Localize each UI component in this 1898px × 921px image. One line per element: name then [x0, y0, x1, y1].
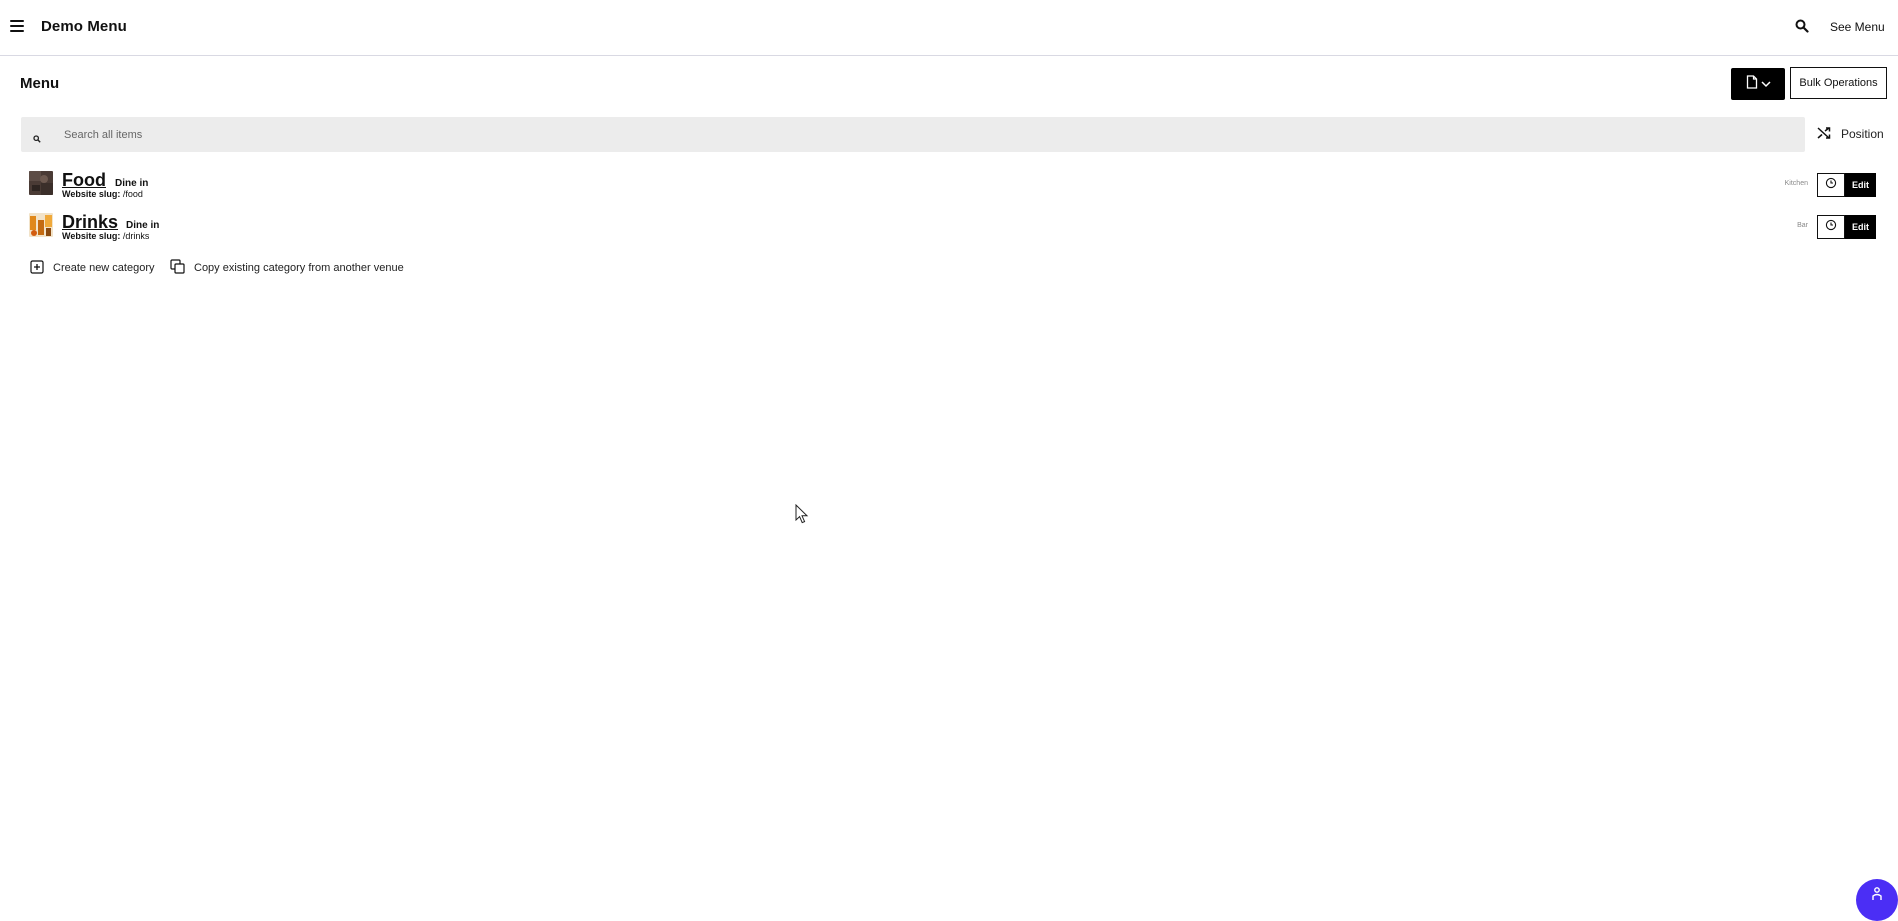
category-station: Bar	[1797, 222, 1808, 229]
schedule-button[interactable]	[1817, 173, 1845, 197]
category-name[interactable]: Drinks	[62, 212, 118, 233]
clock-icon	[1825, 176, 1837, 194]
category-row: Drinks Dine in Website slug: /drinks Bar…	[0, 212, 1898, 245]
category-slug: Website slug: /drinks	[62, 231, 149, 241]
search-input[interactable]	[62, 117, 1764, 152]
document-menu-button[interactable]	[1731, 68, 1785, 100]
document-icon	[1746, 74, 1758, 94]
shuffle-icon	[1817, 126, 1833, 143]
mouse-cursor-icon	[795, 503, 809, 529]
create-category-label: Create new category	[53, 262, 155, 274]
category-row: Food Dine in Website slug: /food Kitchen…	[0, 170, 1898, 203]
search-icon	[33, 130, 41, 148]
hamburger-menu-icon[interactable]	[10, 20, 24, 32]
edit-button[interactable]: Edit	[1845, 215, 1876, 239]
sort-position-button[interactable]: Position	[1817, 125, 1884, 143]
schedule-button[interactable]	[1817, 215, 1845, 239]
bulk-operations-button[interactable]: Bulk Operations	[1790, 67, 1887, 99]
slug-label: Website slug:	[62, 231, 121, 241]
copy-category-button[interactable]: Copy existing category from another venu…	[170, 259, 404, 277]
category-mode: Dine in	[115, 178, 149, 189]
category-thumbnail	[29, 171, 53, 195]
top-bar: Demo Menu See Menu	[0, 0, 1898, 56]
chevron-down-icon	[1760, 75, 1771, 93]
plus-square-icon	[30, 259, 44, 277]
create-category-button[interactable]: Create new category	[30, 259, 155, 277]
help-chat-button[interactable]	[1856, 879, 1898, 921]
sort-position-label: Position	[1841, 127, 1884, 141]
copy-icon	[170, 259, 185, 277]
slug-value: /drinks	[122, 231, 150, 241]
category-thumbnail	[29, 213, 53, 237]
category-slug: Website slug: /food	[62, 189, 143, 199]
category-station: Kitchen	[1784, 180, 1808, 187]
category-name[interactable]: Food	[62, 170, 106, 191]
search-bar	[21, 117, 1805, 152]
app-title: Demo Menu	[41, 18, 127, 35]
person-icon	[1872, 887, 1882, 900]
slug-label: Website slug:	[62, 189, 121, 199]
search-icon[interactable]	[1795, 19, 1811, 35]
category-mode: Dine in	[126, 220, 160, 231]
page-title: Menu	[20, 75, 60, 92]
copy-category-label: Copy existing category from another venu…	[194, 262, 404, 274]
clock-icon	[1825, 218, 1837, 236]
edit-button[interactable]: Edit	[1845, 173, 1876, 197]
see-menu-link[interactable]: See Menu	[1830, 20, 1885, 34]
slug-value: /food	[122, 189, 143, 199]
